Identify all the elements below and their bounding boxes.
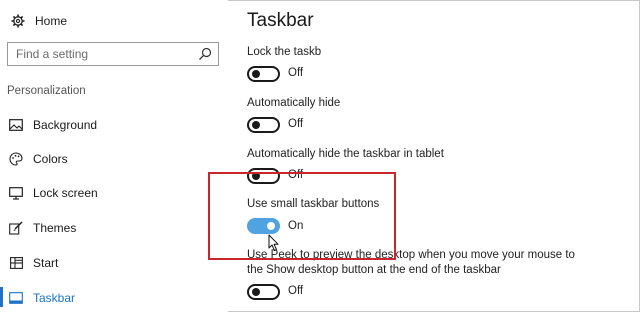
sidebar-item-background[interactable]: Background <box>0 113 228 137</box>
setting-label-auto-hide-tablet: Automatically hide the taskbar in tablet <box>247 148 444 160</box>
sidebar: Home Personalization Background Colors L… <box>0 0 228 312</box>
toggle-peek[interactable] <box>247 284 280 300</box>
active-indicator <box>0 287 3 307</box>
toggle-state-auto-hide-desktop: Off <box>288 118 304 130</box>
monitor-icon <box>8 185 24 201</box>
taskbar-icon <box>8 290 24 306</box>
toggle-state-peek: Off <box>288 285 304 297</box>
sidebar-item-label: Lock screen <box>33 186 98 200</box>
sidebar-item-themes[interactable]: Themes <box>0 216 228 240</box>
home-link[interactable]: Home <box>9 12 67 30</box>
sidebar-item-lock-screen[interactable]: Lock screen <box>0 181 228 205</box>
toggle-knob <box>252 121 260 129</box>
toggle-knob <box>252 288 260 296</box>
grid-icon <box>8 255 24 271</box>
sidebar-item-label: Taskbar <box>33 291 76 305</box>
setting-label-lock-taskbar: Lock the taskb <box>247 46 322 58</box>
search-icon[interactable] <box>198 47 212 61</box>
setting-label-peek-line2: the Show desktop button at the end of th… <box>247 264 501 276</box>
setting-label-auto-hide-desktop: Automatically hide <box>247 97 341 109</box>
toggle-state-lock-taskbar: Off <box>288 67 304 79</box>
sidebar-item-label: Themes <box>33 221 77 235</box>
gear-icon <box>9 12 27 30</box>
palette-icon <box>8 151 24 167</box>
sidebar-item-label: Start <box>33 256 59 270</box>
toggle-auto-hide-desktop[interactable] <box>247 117 280 133</box>
sidebar-item-taskbar[interactable]: Taskbar <box>0 286 228 310</box>
highlight-box <box>208 172 396 260</box>
page-title: Taskbar <box>247 10 314 31</box>
brush-icon <box>8 220 24 236</box>
sidebar-item-start[interactable]: Start <box>0 251 228 275</box>
search-input[interactable] <box>16 46 196 62</box>
sidebar-item-label: Background <box>33 118 98 132</box>
home-label: Home <box>35 14 68 28</box>
sidebar-item-colors[interactable]: Colors <box>0 147 228 171</box>
sidebar-item-label: Colors <box>33 152 68 166</box>
mouse-cursor-icon <box>268 234 279 251</box>
toggle-lock-taskbar[interactable] <box>247 66 280 82</box>
section-title: Personalization <box>7 85 86 97</box>
toggle-knob <box>252 70 260 78</box>
main-panel: Taskbar Lock the taskb Off Automatically… <box>228 0 640 312</box>
search-box[interactable] <box>7 42 219 66</box>
image-icon <box>8 117 24 133</box>
